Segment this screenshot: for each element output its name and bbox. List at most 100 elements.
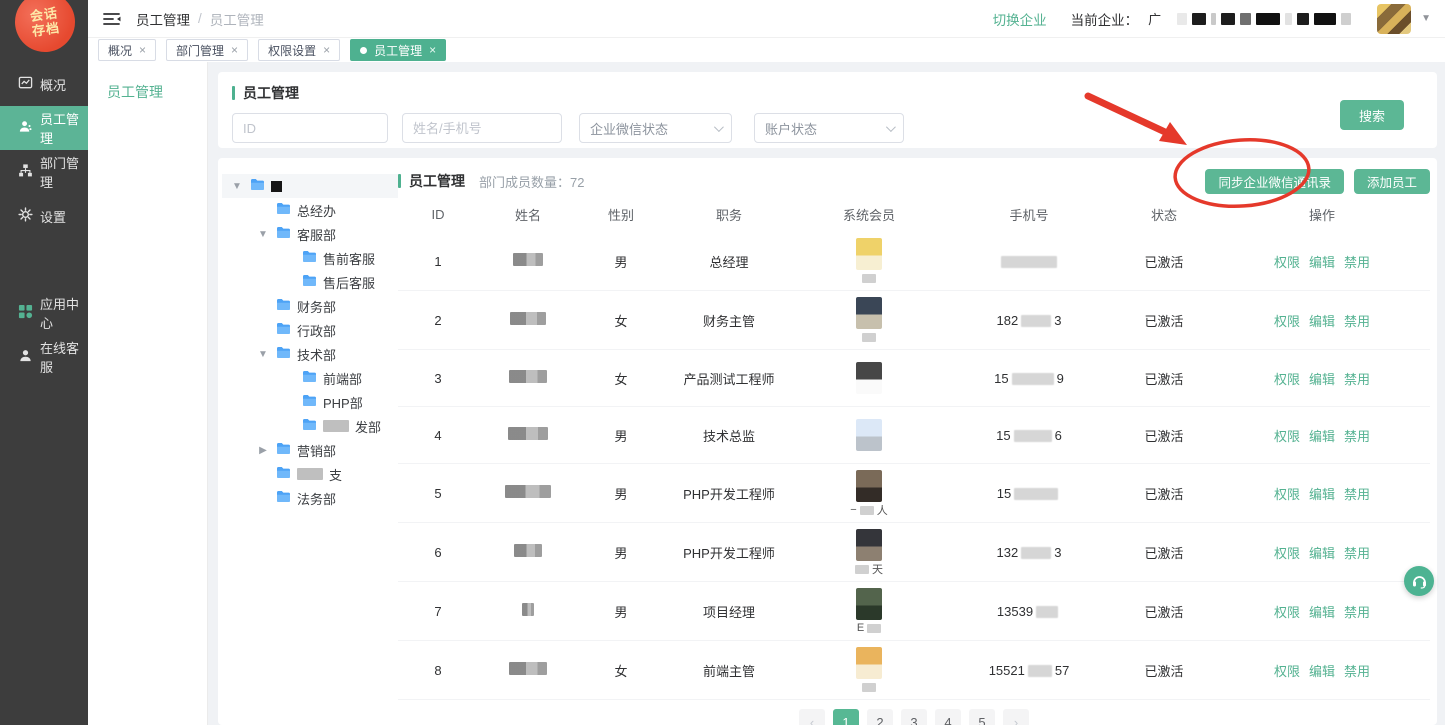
action-link-禁用[interactable]: 禁用 <box>1344 602 1370 621</box>
action-link-编辑[interactable]: 编辑 <box>1309 484 1335 503</box>
action-link-禁用[interactable]: 禁用 <box>1344 252 1370 271</box>
name-phone-input[interactable] <box>402 113 562 143</box>
account-status-select[interactable]: 账户状态 <box>754 113 904 143</box>
tree-node-客服部[interactable]: ▼客服部 <box>222 222 398 246</box>
breadcrumb-section[interactable]: 员工管理 <box>136 9 190 29</box>
action-link-权限[interactable]: 权限 <box>1274 543 1300 562</box>
folder-icon <box>276 442 291 458</box>
sidebar-item-员工管理[interactable]: 员工管理 <box>0 106 88 150</box>
pagination-next-button[interactable]: › <box>1003 709 1029 725</box>
tree-node-支[interactable]: 支 <box>222 462 398 486</box>
action-link-编辑[interactable]: 编辑 <box>1309 543 1335 562</box>
user-avatar[interactable] <box>1377 4 1411 34</box>
pagination-page-4[interactable]: 4 <box>935 709 961 725</box>
tab-概况[interactable]: 概况× <box>98 39 156 61</box>
action-link-编辑[interactable]: 编辑 <box>1309 369 1335 388</box>
member-avatar <box>856 647 882 679</box>
action-link-权限[interactable]: 权限 <box>1274 484 1300 503</box>
tree-node-售前客服[interactable]: 售前客服 <box>222 246 398 270</box>
cell-gender: 男 <box>578 602 664 621</box>
action-link-权限[interactable]: 权限 <box>1274 252 1300 271</box>
table-row: 8女前端主管1552157已激活权限编辑禁用 <box>398 641 1430 700</box>
pagination-page-2[interactable]: 2 <box>867 709 893 725</box>
pagination-prev-button[interactable]: ‹ <box>799 709 825 725</box>
submenu-item-employee-management[interactable]: 员工管理 <box>88 62 207 102</box>
action-link-编辑[interactable]: 编辑 <box>1309 426 1335 445</box>
tree-node-技术部[interactable]: ▼技术部 <box>222 342 398 366</box>
column-header-操作: 操作 <box>1214 205 1430 224</box>
sidebar-item-label: 设置 <box>40 207 66 226</box>
action-link-编辑[interactable]: 编辑 <box>1309 602 1335 621</box>
tree-node-总经办[interactable]: 总经办 <box>222 198 398 222</box>
tree-node-财务部[interactable]: 财务部 <box>222 294 398 318</box>
action-link-编辑[interactable]: 编辑 <box>1309 311 1335 330</box>
sidebar-item-在线客服[interactable]: 在线客服 <box>0 335 88 379</box>
member-avatar-wrap <box>794 291 944 349</box>
switch-company-link[interactable]: 切换企业 <box>993 9 1047 29</box>
redacted-caption-block <box>855 565 869 574</box>
pagination-page-1[interactable]: 1 <box>833 709 859 725</box>
pagination-page-3[interactable]: 3 <box>901 709 927 725</box>
tab-close-icon[interactable]: × <box>323 43 330 57</box>
member-avatar <box>856 419 882 451</box>
tree-node-售后客服[interactable]: 售后客服 <box>222 270 398 294</box>
tree-node-法务部[interactable]: 法务部 <box>222 486 398 510</box>
tree-node-营销部[interactable]: ▶营销部 <box>222 438 398 462</box>
action-link-编辑[interactable]: 编辑 <box>1309 252 1335 271</box>
cell-actions: 权限编辑禁用 <box>1214 484 1430 503</box>
cell-id: 3 <box>398 371 478 386</box>
collapse-sidebar-icon[interactable] <box>102 11 122 27</box>
action-link-权限[interactable]: 权限 <box>1274 369 1300 388</box>
action-link-权限[interactable]: 权限 <box>1274 426 1300 445</box>
search-button[interactable]: 搜索 <box>1340 100 1404 130</box>
caret-right-icon[interactable]: ▶ <box>256 445 270 456</box>
tree-node-redacted[interactable]: ▼ <box>222 174 398 198</box>
column-header-ID: ID <box>398 207 478 222</box>
action-link-禁用[interactable]: 禁用 <box>1344 661 1370 680</box>
current-company-label: 当前企业： <box>1071 9 1139 29</box>
table-row: 4男技术总监156已激活权限编辑禁用 <box>398 407 1430 464</box>
tab-权限设置[interactable]: 权限设置× <box>258 39 340 61</box>
caret-down-icon[interactable]: ▼ <box>230 181 244 192</box>
tab-close-icon[interactable]: × <box>139 43 146 57</box>
tab-部门管理[interactable]: 部门管理× <box>166 39 248 61</box>
tree-node-发部[interactable]: 发部 <box>222 414 398 438</box>
tab-close-icon[interactable]: × <box>429 43 436 57</box>
tree-node-label: 财务部 <box>297 297 336 316</box>
table-header-row: ID姓名性别职务系统会员手机号状态操作 <box>398 196 1430 232</box>
headset-icon <box>1411 573 1428 589</box>
cell-phone: 1552157 <box>944 663 1114 678</box>
tree-node-PHP部[interactable]: PHP部 <box>222 390 398 414</box>
submenu-panel: 员工管理 <box>88 62 208 725</box>
action-link-权限[interactable]: 权限 <box>1274 661 1300 680</box>
user-menu-caret-icon[interactable]: ▼ <box>1421 13 1431 24</box>
id-input[interactable] <box>232 113 388 143</box>
tab-close-icon[interactable]: × <box>231 43 238 57</box>
sidebar-item-概况[interactable]: 概况 <box>0 62 88 106</box>
action-link-禁用[interactable]: 禁用 <box>1344 543 1370 562</box>
customer-service-button[interactable] <box>1404 566 1434 596</box>
action-link-禁用[interactable]: 禁用 <box>1344 484 1370 503</box>
member-avatar-wrap <box>794 232 944 290</box>
column-header-系统会员: 系统会员 <box>794 205 944 224</box>
sync-wechat-contacts-button[interactable]: 同步企业微信通讯录 <box>1205 169 1344 194</box>
caret-down-icon[interactable]: ▼ <box>256 229 270 240</box>
action-link-权限[interactable]: 权限 <box>1274 602 1300 621</box>
sidebar-item-部门管理[interactable]: 部门管理 <box>0 150 88 194</box>
sidebar-item-应用中心[interactable]: 应用中心 <box>0 291 88 335</box>
caret-down-icon[interactable]: ▼ <box>256 349 270 360</box>
sidebar-item-设置[interactable]: 设置 <box>0 194 88 238</box>
action-link-编辑[interactable]: 编辑 <box>1309 661 1335 680</box>
pagination-page-5[interactable]: 5 <box>969 709 995 725</box>
add-employee-button[interactable]: 添加员工 <box>1354 169 1430 194</box>
action-link-禁用[interactable]: 禁用 <box>1344 369 1370 388</box>
action-link-禁用[interactable]: 禁用 <box>1344 311 1370 330</box>
tree-node-行政部[interactable]: 行政部 <box>222 318 398 342</box>
apps-icon <box>18 304 33 322</box>
wechat-status-select[interactable]: 企业微信状态 <box>579 113 732 143</box>
cell-name-redacted <box>478 662 578 678</box>
tree-node-前端部[interactable]: 前端部 <box>222 366 398 390</box>
action-link-权限[interactable]: 权限 <box>1274 311 1300 330</box>
tab-员工管理[interactable]: 员工管理× <box>350 39 446 61</box>
action-link-禁用[interactable]: 禁用 <box>1344 426 1370 445</box>
